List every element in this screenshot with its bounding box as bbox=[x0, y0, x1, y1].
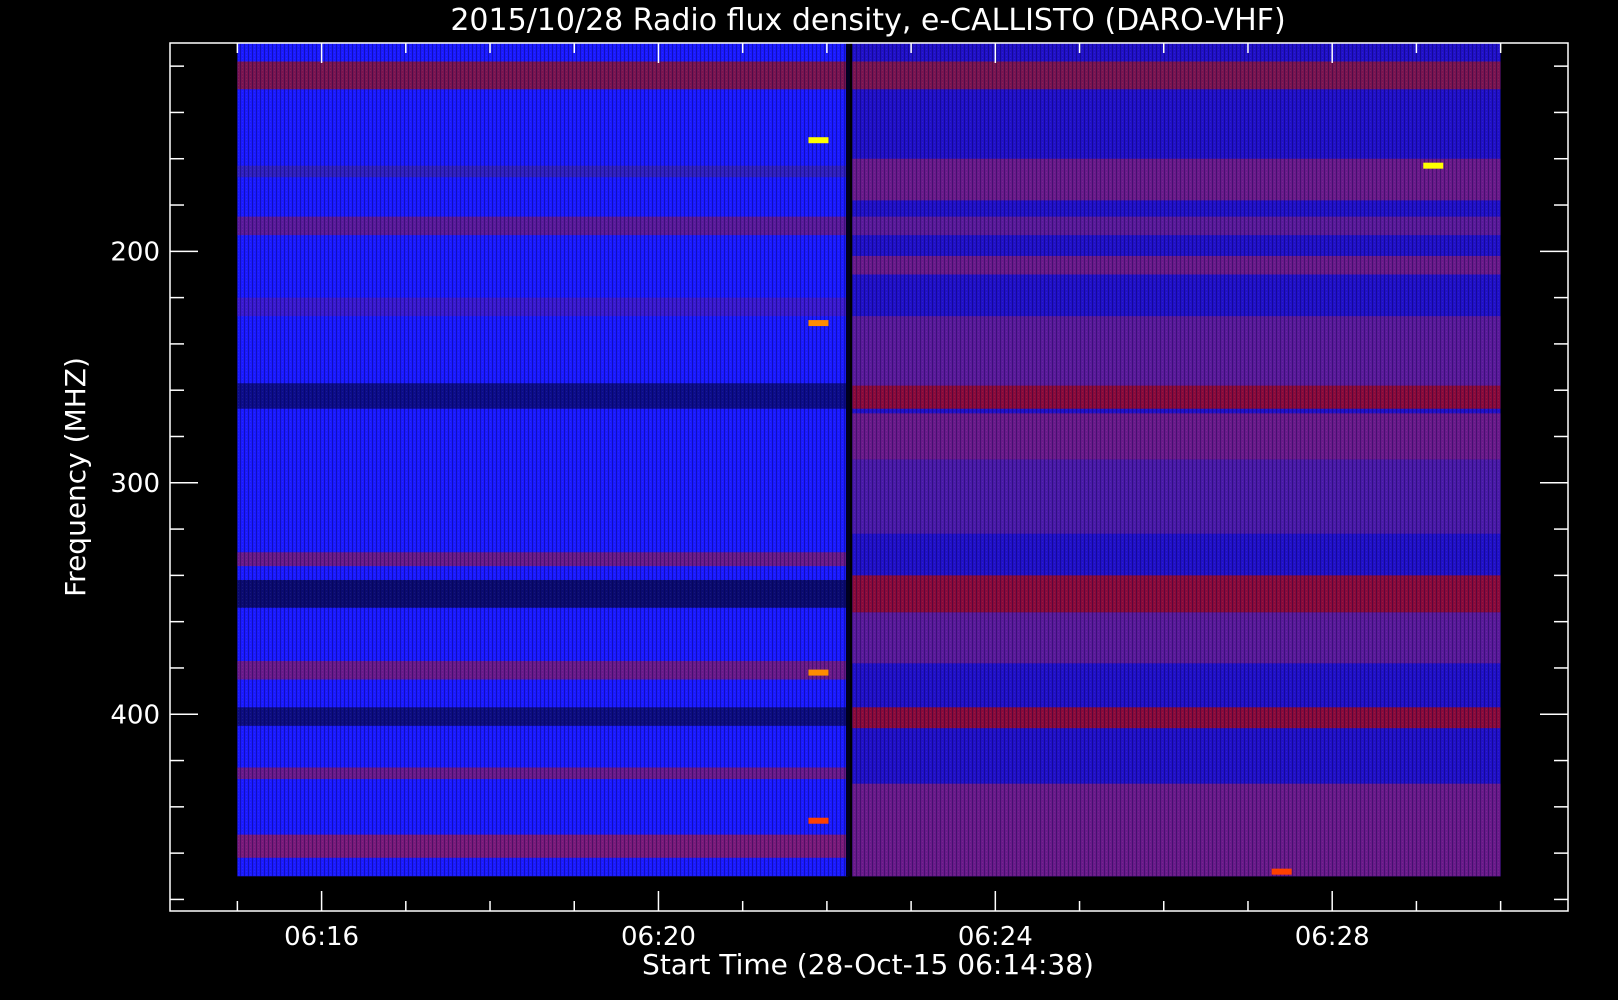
y-axis-label: Frequency (MHZ) bbox=[59, 357, 92, 597]
y-tick-label: 400 bbox=[110, 700, 160, 730]
gap-line bbox=[845, 43, 850, 877]
segment-0-texture bbox=[237, 43, 848, 877]
hot-spot-4 bbox=[808, 817, 829, 824]
y-tick-label: 200 bbox=[110, 237, 160, 267]
hot-spot-0 bbox=[808, 137, 829, 144]
hot-spot-5 bbox=[1271, 868, 1292, 875]
spectrogram-chart: 2015/10/28 Radio flux density, e-CALLIST… bbox=[0, 0, 1618, 1000]
x-axis-label: Start Time (28-Oct-15 06:14:38) bbox=[642, 948, 1094, 981]
x-tick-label: 06:16 bbox=[284, 922, 359, 952]
plot-area bbox=[237, 43, 1501, 877]
x-tick-label: 06:28 bbox=[1295, 922, 1370, 952]
hot-spot-2 bbox=[808, 320, 829, 327]
hot-spot-3 bbox=[808, 669, 829, 676]
hot-spot-1 bbox=[1423, 162, 1444, 169]
y-tick-label: 300 bbox=[110, 469, 160, 499]
chart-title: 2015/10/28 Radio flux density, e-CALLIST… bbox=[450, 3, 1285, 38]
segment-1-texture bbox=[852, 43, 1501, 877]
